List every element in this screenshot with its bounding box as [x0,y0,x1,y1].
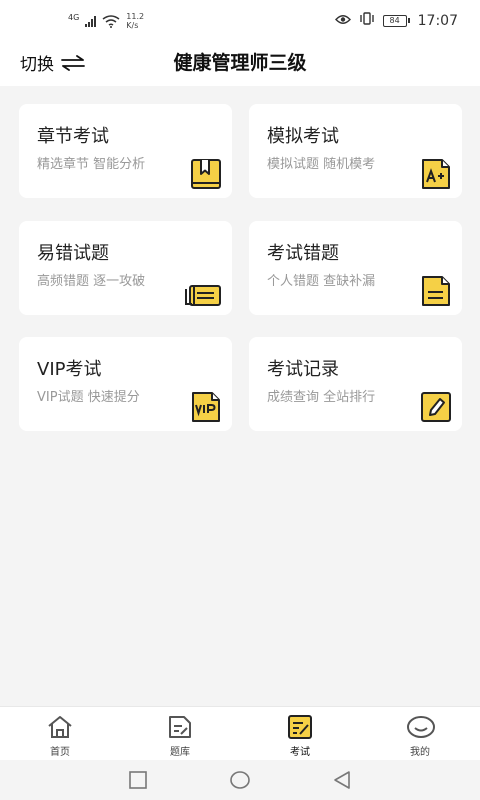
tab-home[interactable]: 首页 [0,707,120,761]
card-title: 考试记录 [267,359,339,380]
tab-question-bank[interactable]: 题库 [120,707,240,761]
vibrate-icon [359,12,375,29]
clock: 17:07 [417,12,458,29]
card-subtitle: 高频错题 逐一攻破 [37,274,146,289]
card-mock-exam[interactable]: 模拟考试 模拟试题 随机模考 [249,104,462,198]
tab-label: 首页 [50,747,70,758]
back-button-icon[interactable] [332,770,352,794]
card-subtitle: 个人错题 查缺补漏 [267,274,376,289]
pencil-note-icon [420,391,452,423]
status-right: 84 17:07 [334,12,458,29]
card-subtitle: 精选章节 智能分析 [37,157,146,172]
wifi-icon [102,14,120,28]
card-title: 易错试题 [37,243,109,264]
status-bar: 4G 11.2 K/s 84 17:07 [0,0,480,40]
network-speed: 11.2 K/s [126,12,144,30]
card-error-prone-questions[interactable]: 易错试题 高频错题 逐一攻破 [19,221,232,315]
question-bank-icon [166,715,194,743]
eye-icon [334,13,351,29]
recents-button-icon[interactable] [128,770,148,794]
card-title: 模拟考试 [267,126,339,147]
speed-value: 11.2 [126,12,145,21]
exam-icon [286,715,314,743]
system-nav-bar [0,760,480,800]
speed-unit: K/s [126,21,139,30]
list-doc-icon [420,275,452,307]
card-vip-exam[interactable]: VIP考试 VIP试题 快速提分 [19,337,232,431]
card-title: 考试错题 [267,243,339,264]
app-header: 切换 健康管理师三级 [0,40,480,86]
bookmark-book-icon [190,158,222,190]
tab-label: 考试 [290,747,310,758]
battery-icon: 84 [382,14,410,27]
status-left: 4G 11.2 K/s [68,12,144,30]
profile-icon [406,715,436,743]
card-my-wrong-questions[interactable]: 考试错题 个人错题 查缺补漏 [249,221,462,315]
card-title: 章节考试 [37,126,109,147]
card-title: VIP考试 [37,359,102,380]
tab-label: 我的 [410,747,430,758]
page-title: 健康管理师三级 [173,52,307,74]
card-chapter-exam[interactable]: 章节考试 精选章节 智能分析 [19,104,232,198]
a-plus-doc-icon [420,158,452,190]
signal-icon [85,15,97,27]
tab-profile[interactable]: 我的 [360,707,480,761]
battery-level: 84 [382,14,407,27]
card-subtitle: 模拟试题 随机模考 [267,157,376,172]
home-icon [46,715,74,743]
tab-label: 题库 [170,747,190,758]
ticket-icon [184,283,222,307]
card-subtitle: 成绩查询 全站排行 [267,390,376,405]
home-button-icon[interactable] [229,770,251,794]
network-type: 4G [68,12,80,22]
card-exam-records[interactable]: 考试记录 成绩查询 全站排行 [249,337,462,431]
bottom-tab-bar: 首页 题库 考试 我的 [0,706,480,760]
tab-exam[interactable]: 考试 [240,707,360,761]
card-subtitle: VIP试题 快速提分 [37,390,140,405]
vip-doc-icon [190,391,222,423]
